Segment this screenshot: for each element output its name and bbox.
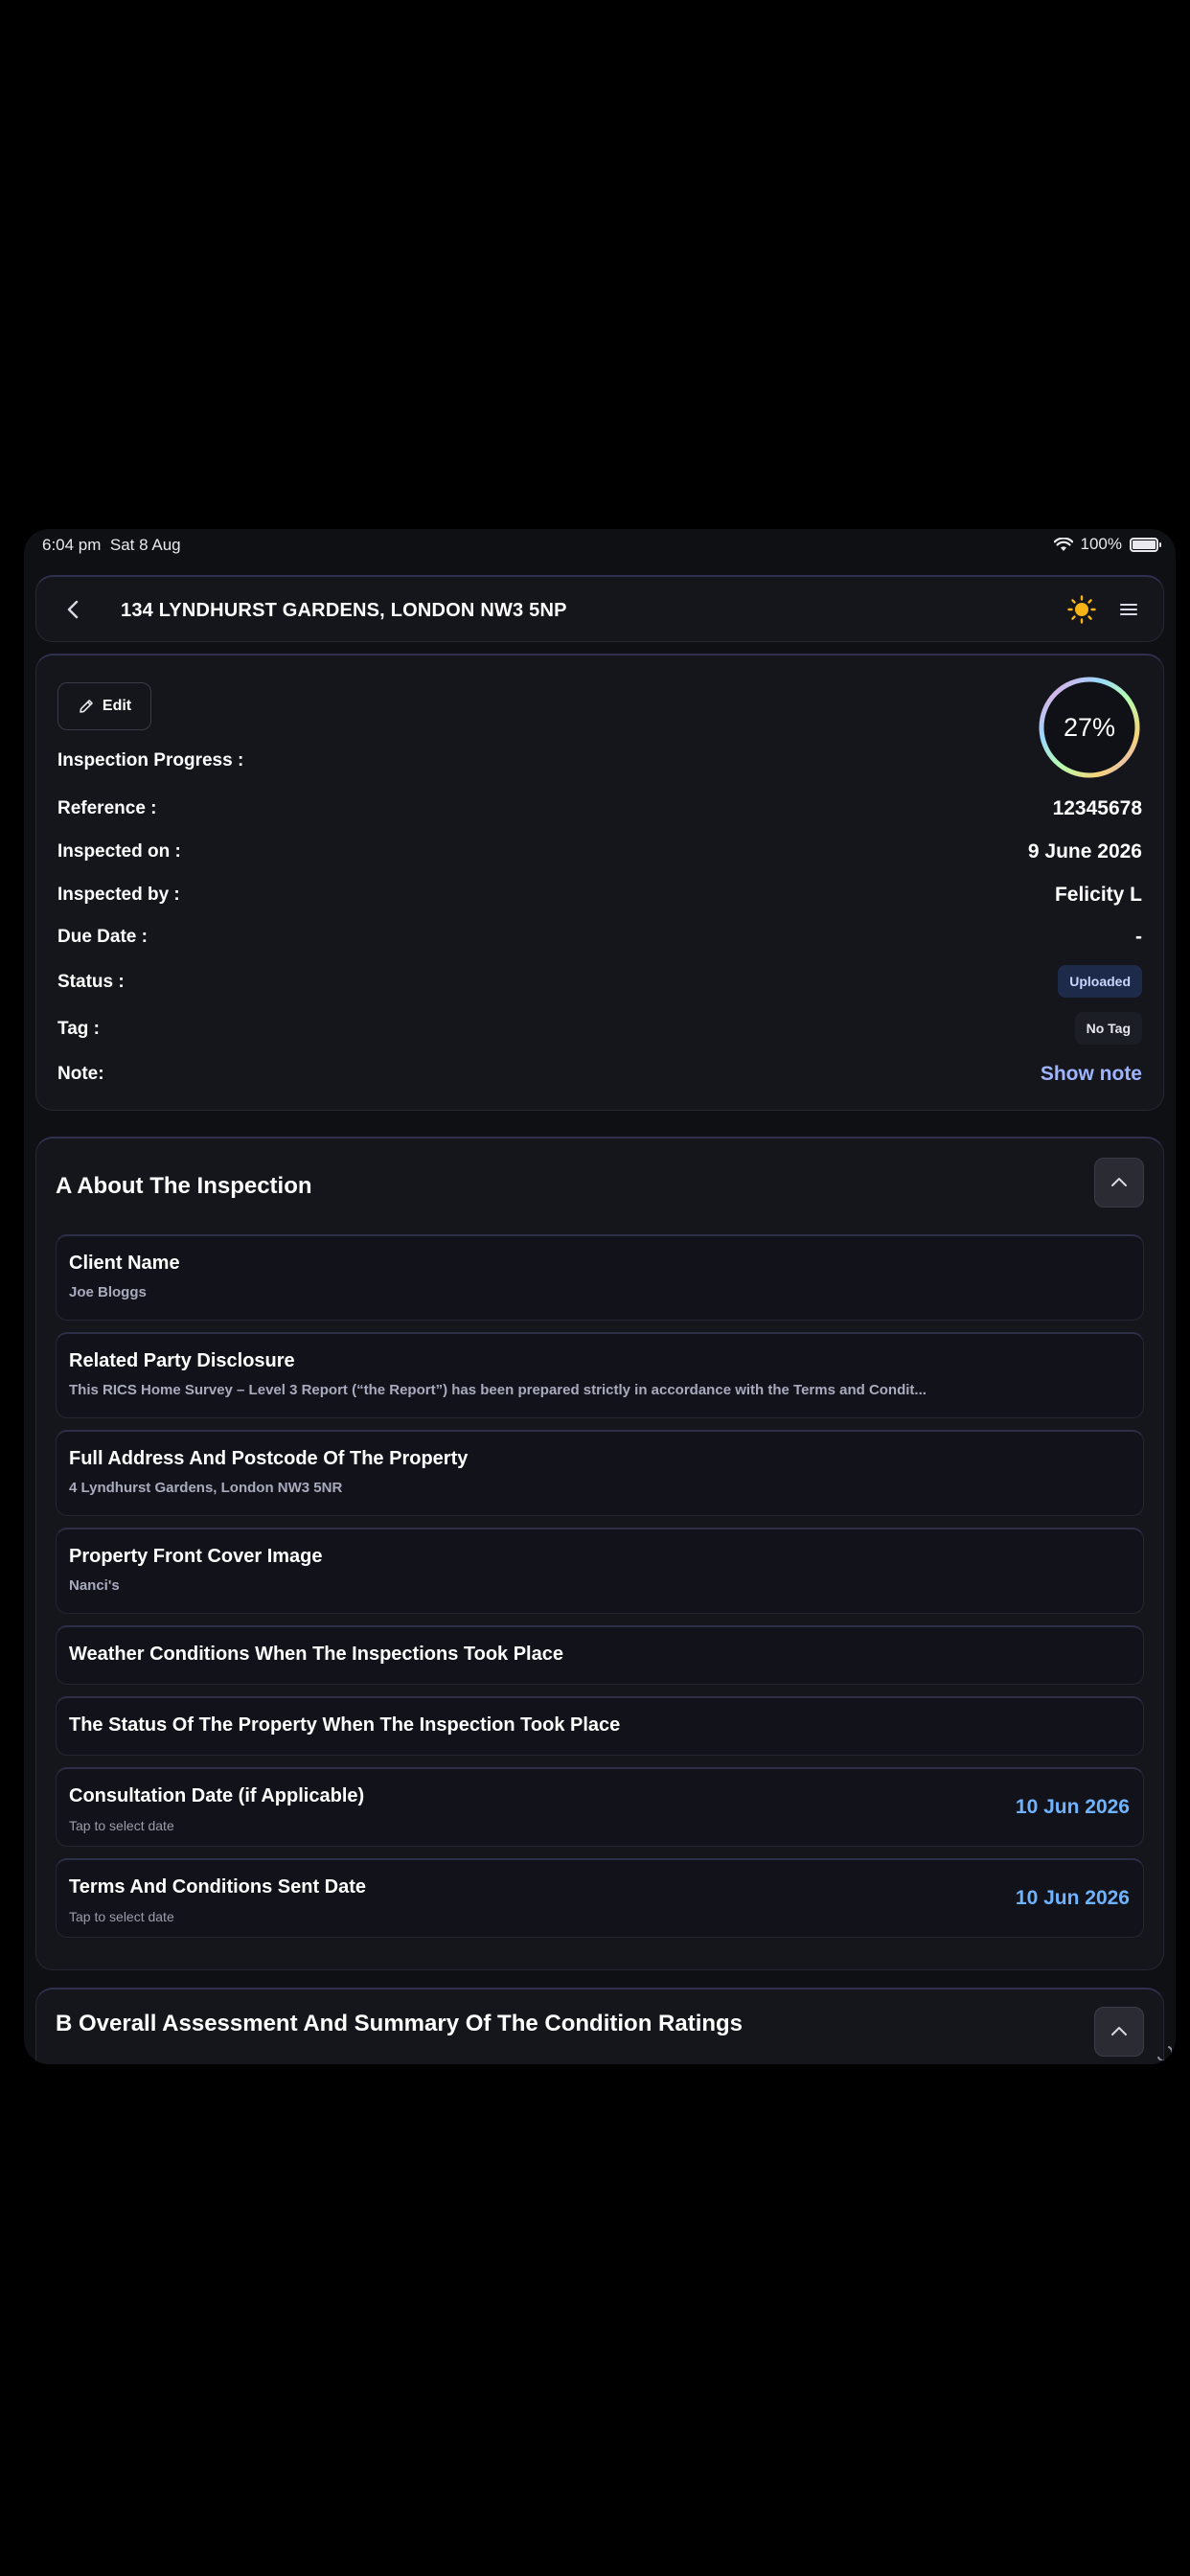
chevron-up-icon [1111,1178,1127,1186]
section-b-overall-assessment: B Overall Assessment And Summary Of The … [35,1988,1164,2064]
property-status-field[interactable]: The Status Of The Property When The Insp… [56,1696,1144,1756]
status-time: 6:04 pm Sat 8 Aug [42,536,181,555]
terms-sent-date-field[interactable]: Terms And Conditions Sent Date Tap to se… [56,1858,1144,1938]
section-b-title: B Overall Assessment And Summary Of The … [56,2011,744,2036]
full-address-field[interactable]: Full Address And Postcode Of The Propert… [56,1430,1144,1516]
inspected-by-label: Inspected by : [57,885,180,905]
field-value: 4 Lyndhurst Gardens, London NW3 5NR [69,1480,343,1496]
field-title: Property Front Cover Image [69,1546,323,1567]
field-title: Client Name [69,1253,180,1274]
edit-button[interactable]: Edit [57,682,151,730]
field-title: Full Address And Postcode Of The Propert… [69,1448,469,1469]
progress-label: Inspection Progress : [57,750,244,770]
due-date-value: - [1135,926,1142,948]
tag-badge[interactable]: No Tag [1074,1012,1142,1045]
section-a-about-inspection: A About The Inspection Client Name Joe B… [35,1137,1164,1970]
consultation-date-field[interactable]: Consultation Date (if Applicable) Tap to… [56,1767,1144,1847]
battery-percent: 100% [1080,535,1122,553]
field-value: Nanci's [69,1577,120,1594]
back-chevron-icon[interactable] [61,597,86,622]
front-cover-image-field[interactable]: Property Front Cover Image Nanci's [56,1528,1144,1614]
section-a-collapse-button[interactable] [1094,1158,1144,1208]
section-b-collapse-button[interactable] [1094,2007,1144,2057]
section-a-title: A About The Inspection [56,1173,312,1199]
terms-date-value[interactable]: 10 Jun 2026 [1016,1887,1130,1910]
top-header: 134 LYNDHURST GARDENS, LONDON NW3 5NP [35,575,1164,642]
page-title: 134 LYNDHURST GARDENS, LONDON NW3 5NP [121,600,567,621]
time-text: 6:04 pm [42,536,102,554]
date-text: Sat 8 Aug [109,536,181,554]
status-label: Status : [57,972,125,992]
related-party-disclosure-field[interactable]: Related Party Disclosure This RICS Home … [56,1332,1144,1418]
edit-label: Edit [102,698,132,714]
status-badge: Uploaded [1058,965,1142,998]
field-title: The Status Of The Property When The Insp… [69,1714,621,1736]
field-title: Terms And Conditions Sent Date [69,1876,367,1898]
inspected-by-value: Felicity L [1054,884,1142,906]
inspected-on-value: 9 June 2026 [1027,840,1142,862]
sun-icon[interactable] [1067,595,1096,624]
menu-icon[interactable] [1119,600,1138,619]
field-value: This RICS Home Survey – Level 3 Report (… [69,1382,927,1398]
progress-value: 27% [1063,712,1116,742]
chevron-up-icon [1111,2027,1127,2036]
field-title: Related Party Disclosure [69,1350,295,1371]
status-bar: 6:04 pm Sat 8 Aug 100% [24,529,1176,571]
field-title: Consultation Date (if Applicable) [69,1785,365,1806]
battery-icon [1130,537,1161,552]
reference-value: 12345678 [1052,797,1142,819]
wifi-icon [1053,537,1073,551]
loader-icon [1157,2046,1172,2060]
inspected-on-label: Inspected on : [57,841,181,862]
field-value: Joe Bloggs [69,1284,147,1300]
weather-conditions-field[interactable]: Weather Conditions When The Inspections … [56,1625,1144,1685]
due-date-label: Due Date : [57,927,148,947]
consultation-date-value[interactable]: 10 Jun 2026 [1016,1796,1130,1819]
ipad-screen: 6:04 pm Sat 8 Aug 100% 134 LYNDHURST GAR… [24,529,1176,2064]
client-name-field[interactable]: Client Name Joe Bloggs [56,1234,1144,1321]
field-hint: Tap to select date [69,1909,174,1924]
reference-label: Reference : [57,798,157,818]
inspection-info-card: Edit 27% Inspection Progress : Reference… [35,654,1164,1111]
pencil-icon [80,700,93,713]
note-label: Note: [57,1064,104,1084]
field-hint: Tap to select date [69,1818,174,1833]
show-note-link[interactable]: Show note [1041,1063,1142,1086]
field-title: Weather Conditions When The Inspections … [69,1644,563,1665]
tag-label: Tag : [57,1019,100,1039]
status-right: 100% [1053,535,1161,554]
